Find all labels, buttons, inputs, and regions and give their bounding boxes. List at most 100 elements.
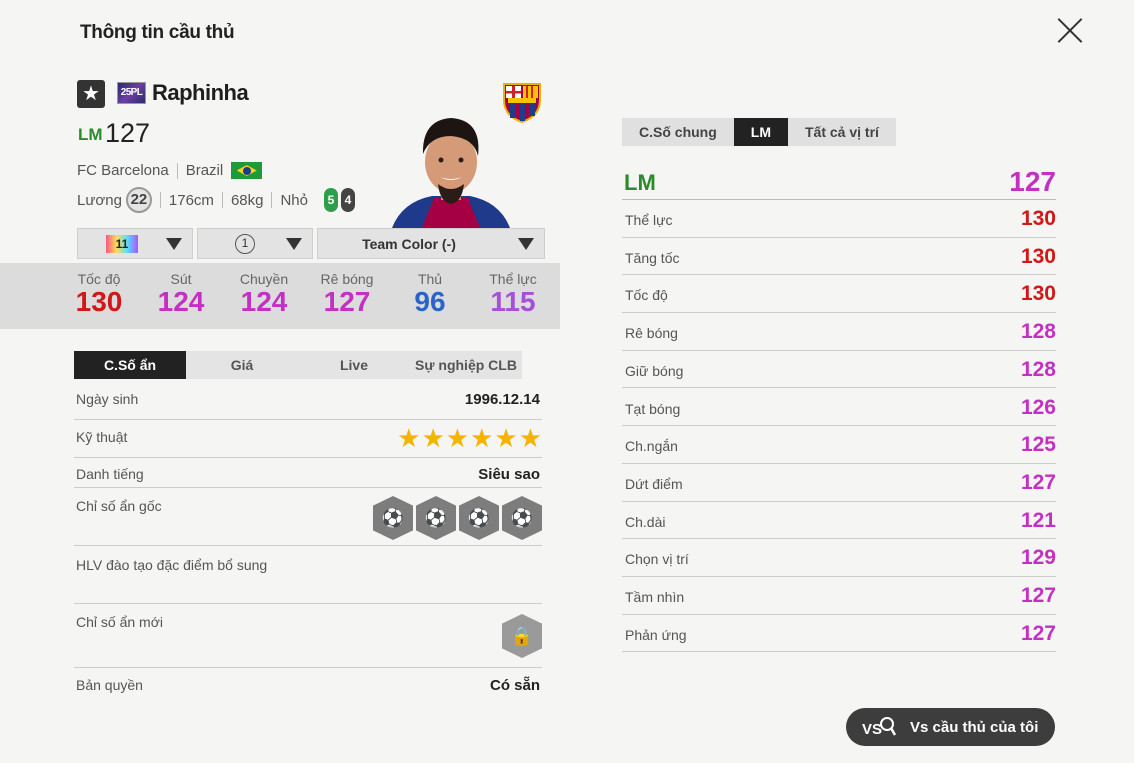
stat-label: Thể lực: [489, 271, 537, 287]
stat-passing: Chuyền 124: [224, 271, 304, 317]
left-foot-icon: 5: [324, 188, 338, 212]
stat-shooting: Sút 124: [141, 271, 221, 317]
position-label: LM: [78, 125, 103, 144]
trait-slots: 🔒: [502, 614, 542, 658]
team-color-label: Team Color (-): [362, 235, 456, 252]
attribute-row: Tốc độ 130: [622, 275, 1056, 314]
divider: [176, 162, 178, 179]
attribute-value: 125: [1020, 433, 1056, 457]
trait-acrobatic-icon[interactable]: ⚽: [459, 496, 499, 540]
compare-my-player-button[interactable]: VS Vs cầu thủ của tôi: [846, 708, 1055, 746]
skill-stars: ★ ★ ★ ★ ★ ★: [396, 425, 542, 451]
tab-all-positions[interactable]: Tất cả vị trí: [788, 118, 896, 146]
attribute-label: Thể lực: [625, 212, 673, 228]
detail-tabs: C.Số ẩn Giá Live Sự nghiệp CLB: [74, 351, 522, 379]
fame-row: Danh tiếng Siêu sao: [74, 458, 542, 488]
stat-label: Chuyền: [239, 271, 289, 287]
attribute-label: Ch.ngắn: [625, 438, 678, 455]
skill-label: Kỹ thuật: [76, 429, 128, 445]
salary-label: Lương: [77, 191, 122, 209]
attribute-value: 127: [1020, 584, 1056, 607]
new-hidden-traits-row: Chỉ số ẩn mới 🔒: [74, 604, 542, 668]
birth-row: Ngày sinh 1996.12.14: [74, 382, 542, 420]
coach-traits-row: HLV đào tạo đặc điểm bổ sung: [74, 546, 542, 604]
physical-info-line: Lương 22 176cm 68kg Nhỏ 5 4: [77, 187, 355, 213]
attribute-row: Phản ứng 127: [622, 615, 1056, 653]
attribute-row: Ch.ngắn 125: [622, 426, 1056, 464]
star-icon: ★: [421, 423, 445, 453]
attribute-value: 130: [1020, 244, 1056, 268]
stat-label: Thủ: [417, 271, 443, 287]
overall-rating: 127: [105, 118, 151, 148]
page-title: Thông tin cầu thủ: [80, 22, 235, 43]
attribute-value: 128: [1020, 320, 1056, 344]
team-color-count-select[interactable]: 1: [197, 228, 313, 259]
nation-name: Brazil: [185, 162, 224, 179]
star-icon: ★: [518, 423, 542, 453]
attribute-tabs: C.Số chung LM Tất cả vị trí: [622, 118, 896, 146]
tab-live[interactable]: Live: [298, 351, 410, 379]
club-nation-line: FC Barcelona Brazil: [77, 162, 263, 179]
trait-speed-dribbler-icon[interactable]: ⚽: [502, 496, 542, 540]
attribute-row: Chọn vị trí 129: [622, 539, 1056, 577]
team-color-select[interactable]: Team Color (-): [317, 228, 545, 259]
divider: [159, 192, 161, 208]
tab-club-career[interactable]: Sự nghiệp CLB: [410, 351, 522, 379]
attribute-value: 127: [1020, 470, 1056, 494]
close-icon[interactable]: [1052, 12, 1088, 48]
player-portrait: [392, 118, 510, 228]
license-row: Bản quyền Có sẵn: [74, 668, 542, 704]
attribute-row: Rê bóng 128: [622, 313, 1056, 351]
attribute-row: Tầm nhìn 127: [622, 577, 1056, 615]
attribute-row: Giữ bóng 128: [622, 351, 1056, 389]
license-value: Có sẵn: [489, 677, 540, 694]
trait-power-header-icon[interactable]: ⚽: [416, 496, 456, 540]
tab-general-stats[interactable]: C.Số chung: [622, 118, 734, 146]
stat-value: 115: [490, 286, 536, 317]
tab-price[interactable]: Giá: [186, 351, 298, 379]
position-rating-row: LM 127: [622, 166, 1056, 200]
stat-defending: Thủ 96: [390, 271, 470, 317]
trait-icons: ⚽ ⚽ ⚽ ⚽: [373, 496, 542, 540]
team-color-count: 1: [235, 233, 255, 254]
attribute-value: 129: [1020, 546, 1056, 570]
lock-icon[interactable]: 🔒: [502, 614, 542, 658]
attribute-value: 128: [1020, 357, 1056, 381]
attribute-value: 127: [1020, 621, 1056, 645]
favorite-star-icon[interactable]: ★: [77, 80, 105, 108]
attribute-label: Chọn vị trí: [625, 551, 689, 568]
stat-value: 127: [323, 286, 371, 317]
position-rating-value: 127: [1009, 166, 1056, 197]
compare-vs-icon: VS: [862, 717, 896, 738]
coach-traits-label: HLV đào tạo đặc điểm bổ sung: [76, 557, 268, 573]
upgrade-level-badge: 11: [106, 234, 138, 253]
attribute-row: Thể lực 130: [622, 200, 1056, 238]
svg-text:VS: VS: [862, 721, 882, 738]
attribute-row: Tăng tốc 130: [622, 238, 1056, 276]
upgrade-level-select[interactable]: 11: [77, 228, 193, 259]
stat-label: Tốc độ: [77, 271, 121, 287]
attribute-label: Tốc độ: [625, 287, 668, 304]
attribute-value: 126: [1020, 395, 1056, 419]
star-icon: ★: [494, 423, 518, 453]
club-name: FC Barcelona: [77, 162, 169, 179]
height: 176cm: [168, 191, 214, 209]
tab-position-lm[interactable]: LM: [733, 118, 788, 146]
attribute-label: Rê bóng: [625, 325, 678, 342]
right-foot-icon: 4: [341, 188, 355, 212]
tab-hidden-stats[interactable]: C.Số ẩn: [74, 351, 186, 379]
stat-value: 96: [414, 286, 446, 317]
attribute-value: 130: [1020, 282, 1056, 306]
attribute-label: Ch.dài: [625, 513, 666, 530]
hidden-traits-label: Chỉ số ẩn gốc: [76, 498, 162, 514]
weight: 68kg: [230, 191, 264, 209]
hidden-traits-row: Chỉ số ẩn gốc ⚽ ⚽ ⚽ ⚽: [74, 488, 542, 546]
body-type: Nhỏ: [280, 191, 308, 209]
brazil-flag-icon: [231, 162, 263, 179]
stat-label: Sút: [170, 271, 192, 287]
trait-finesse-shot-icon[interactable]: ⚽: [373, 496, 413, 540]
attribute-label: Tạt bóng: [625, 400, 681, 417]
star-icon: ★: [397, 423, 421, 453]
divider: [271, 192, 273, 208]
birth-value: 1996.12.14: [464, 391, 540, 408]
